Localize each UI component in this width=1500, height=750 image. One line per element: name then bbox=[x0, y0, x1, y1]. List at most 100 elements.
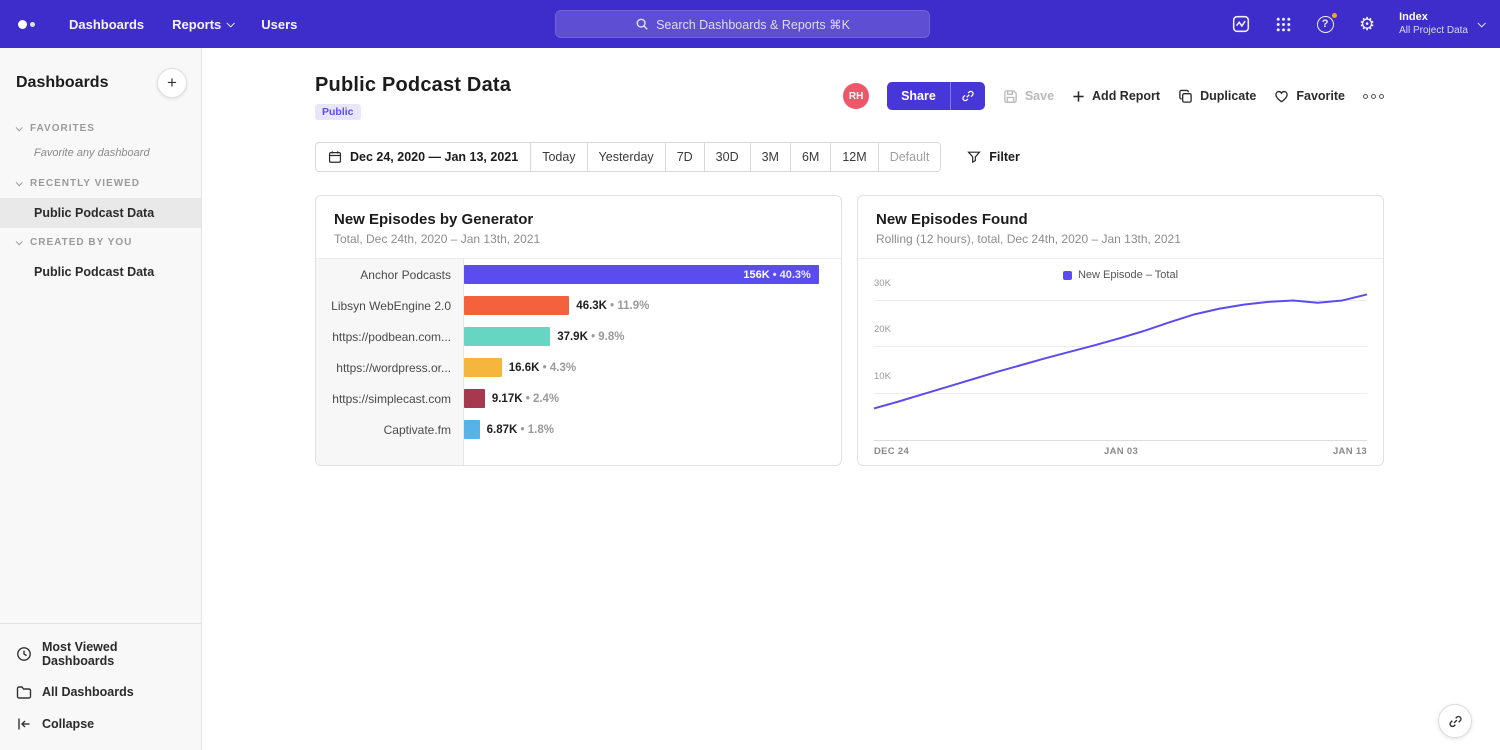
bar-track: 46.3K • 11.9% bbox=[464, 290, 841, 321]
bar-track: 16.6K • 4.3% bbox=[464, 352, 841, 383]
bar-value-label: 46.3K • 11.9% bbox=[576, 300, 649, 312]
bar-value-label: 37.9K • 9.8% bbox=[557, 331, 624, 343]
bar-value-label: 9.17K • 2.4% bbox=[492, 393, 559, 405]
share-link-button[interactable] bbox=[950, 82, 985, 110]
all-dashboards-button[interactable]: All Dashboards bbox=[0, 676, 201, 708]
more-options-button[interactable] bbox=[1363, 94, 1384, 99]
bar-category-label: https://simplecast.com bbox=[316, 383, 464, 414]
collapse-sidebar-button[interactable]: Collapse bbox=[0, 708, 201, 740]
project-switcher[interactable]: Index All Project Data bbox=[1399, 11, 1484, 37]
bar[interactable]: 156K • 40.3% bbox=[464, 265, 819, 284]
apps-grid-icon[interactable] bbox=[1273, 14, 1293, 34]
search-placeholder: Search Dashboards & Reports ⌘K bbox=[656, 17, 850, 32]
line-chart-title: New Episodes Found bbox=[876, 211, 1365, 228]
section-created-by-you[interactable]: CREATED BY YOU bbox=[0, 228, 201, 257]
bar-row: https://wordpress.or...16.6K • 4.3% bbox=[316, 352, 841, 383]
date-range-picker[interactable]: Dec 24, 2020 — Jan 13, 2021 bbox=[316, 143, 531, 171]
bar-chart-subtitle: Total, Dec 24th, 2020 – Jan 13th, 2021 bbox=[334, 232, 823, 246]
bar-category-label: https://wordpress.or... bbox=[316, 352, 464, 383]
sidebar-item-public-podcast-data[interactable]: Public Podcast Data bbox=[0, 257, 201, 287]
project-name: Index bbox=[1399, 11, 1468, 25]
legend-swatch bbox=[1063, 271, 1072, 280]
date-preset-yesterday[interactable]: Yesterday bbox=[588, 143, 666, 171]
bar[interactable] bbox=[464, 389, 485, 408]
bar-category-label: Anchor Podcasts bbox=[316, 259, 464, 290]
question-mark-icon: ? bbox=[1317, 16, 1334, 33]
sidebar-title: Dashboards bbox=[16, 74, 108, 92]
sidebar-item-public-podcast-data[interactable]: Public Podcast Data bbox=[0, 198, 201, 228]
chevron-down-icon bbox=[16, 238, 23, 245]
bar[interactable] bbox=[464, 296, 569, 315]
bar-value-label: 6.87K • 1.8% bbox=[487, 424, 554, 436]
date-presets: TodayYesterday7D30D3M6M12MDefault bbox=[531, 143, 940, 171]
save-label: Save bbox=[1025, 89, 1054, 103]
x-tick-label: JAN 13 bbox=[1333, 446, 1367, 457]
nav-dashboards[interactable]: Dashboards bbox=[69, 17, 144, 32]
link-icon bbox=[961, 89, 975, 103]
clock-icon bbox=[16, 646, 32, 662]
line-series bbox=[874, 287, 1367, 440]
link-icon bbox=[1448, 714, 1463, 729]
settings-icon[interactable]: ⚙ bbox=[1357, 14, 1377, 34]
section-recently-viewed[interactable]: RECENTLY VIEWED bbox=[0, 169, 201, 198]
search-input[interactable]: Search Dashboards & Reports ⌘K bbox=[555, 10, 930, 38]
activity-icon[interactable] bbox=[1231, 14, 1251, 34]
x-tick-label: JAN 03 bbox=[1104, 446, 1138, 457]
bar-chart-card: New Episodes by Generator Total, Dec 24t… bbox=[315, 195, 842, 466]
avatar[interactable]: RH bbox=[843, 83, 869, 109]
bar[interactable] bbox=[464, 420, 480, 439]
line-chart-card: New Episodes Found Rolling (12 hours), t… bbox=[857, 195, 1384, 466]
most-viewed-dashboards-button[interactable]: Most Viewed Dashboards bbox=[0, 632, 201, 676]
date-preset-6m[interactable]: 6M bbox=[791, 143, 831, 171]
add-report-button[interactable]: Add Report bbox=[1072, 89, 1160, 103]
main-content: Public Podcast Data Public RH Share Save… bbox=[202, 48, 1500, 750]
date-range-group: Dec 24, 2020 — Jan 13, 2021 TodayYesterd… bbox=[315, 142, 941, 172]
date-preset-today[interactable]: Today bbox=[531, 143, 587, 171]
all-dashboards-label: All Dashboards bbox=[42, 685, 134, 699]
filter-label: Filter bbox=[989, 150, 1020, 164]
collapse-icon bbox=[16, 716, 32, 732]
nav-reports[interactable]: Reports bbox=[172, 17, 233, 32]
share-label[interactable]: Share bbox=[887, 82, 950, 110]
bar-track: 9.17K • 2.4% bbox=[464, 383, 841, 414]
bar[interactable] bbox=[464, 358, 502, 377]
section-favorites-label: FAVORITES bbox=[30, 123, 95, 134]
line-plot[interactable]: 10K20K30K bbox=[874, 287, 1367, 441]
chevron-down-icon bbox=[227, 19, 235, 27]
date-preset-3m[interactable]: 3M bbox=[751, 143, 791, 171]
bar-chart-title: New Episodes by Generator bbox=[334, 211, 823, 228]
date-preset-30d[interactable]: 30D bbox=[705, 143, 751, 171]
bar-row: Anchor Podcasts156K • 40.3% bbox=[316, 259, 841, 290]
nav-users[interactable]: Users bbox=[261, 17, 297, 32]
section-recent-label: RECENTLY VIEWED bbox=[30, 178, 140, 189]
date-preset-12m[interactable]: 12M bbox=[831, 143, 878, 171]
duplicate-label: Duplicate bbox=[1200, 89, 1256, 103]
logo-dot-icon bbox=[18, 20, 27, 29]
app-logo[interactable] bbox=[18, 20, 35, 29]
copy-icon bbox=[1178, 89, 1193, 104]
help-icon[interactable]: ? bbox=[1315, 14, 1335, 34]
add-report-label: Add Report bbox=[1092, 89, 1160, 103]
public-badge: Public bbox=[315, 104, 361, 120]
floating-link-button[interactable] bbox=[1438, 704, 1472, 738]
bar[interactable] bbox=[464, 327, 550, 346]
add-dashboard-button[interactable]: + bbox=[157, 68, 187, 98]
bar-row: https://podbean.com...37.9K • 9.8% bbox=[316, 321, 841, 352]
date-preset-7d[interactable]: 7D bbox=[666, 143, 705, 171]
search-icon bbox=[635, 17, 649, 31]
date-preset-default[interactable]: Default bbox=[879, 143, 941, 171]
bar-category-label: Captivate.fm bbox=[316, 414, 464, 445]
filter-button[interactable]: Filter bbox=[967, 150, 1020, 164]
duplicate-button[interactable]: Duplicate bbox=[1178, 89, 1256, 104]
section-favorites[interactable]: FAVORITES bbox=[0, 114, 201, 143]
share-button[interactable]: Share bbox=[887, 82, 985, 110]
most-viewed-label: Most Viewed Dashboards bbox=[42, 640, 185, 668]
nav-users-label: Users bbox=[261, 17, 297, 32]
folder-icon bbox=[16, 684, 32, 700]
calendar-icon bbox=[328, 150, 342, 164]
favorite-button[interactable]: Favorite bbox=[1274, 89, 1345, 104]
x-tick-label: DEC 24 bbox=[874, 446, 909, 457]
date-range-label: Dec 24, 2020 — Jan 13, 2021 bbox=[350, 150, 518, 164]
chevron-down-icon bbox=[16, 179, 23, 186]
save-button[interactable]: Save bbox=[1003, 89, 1054, 104]
